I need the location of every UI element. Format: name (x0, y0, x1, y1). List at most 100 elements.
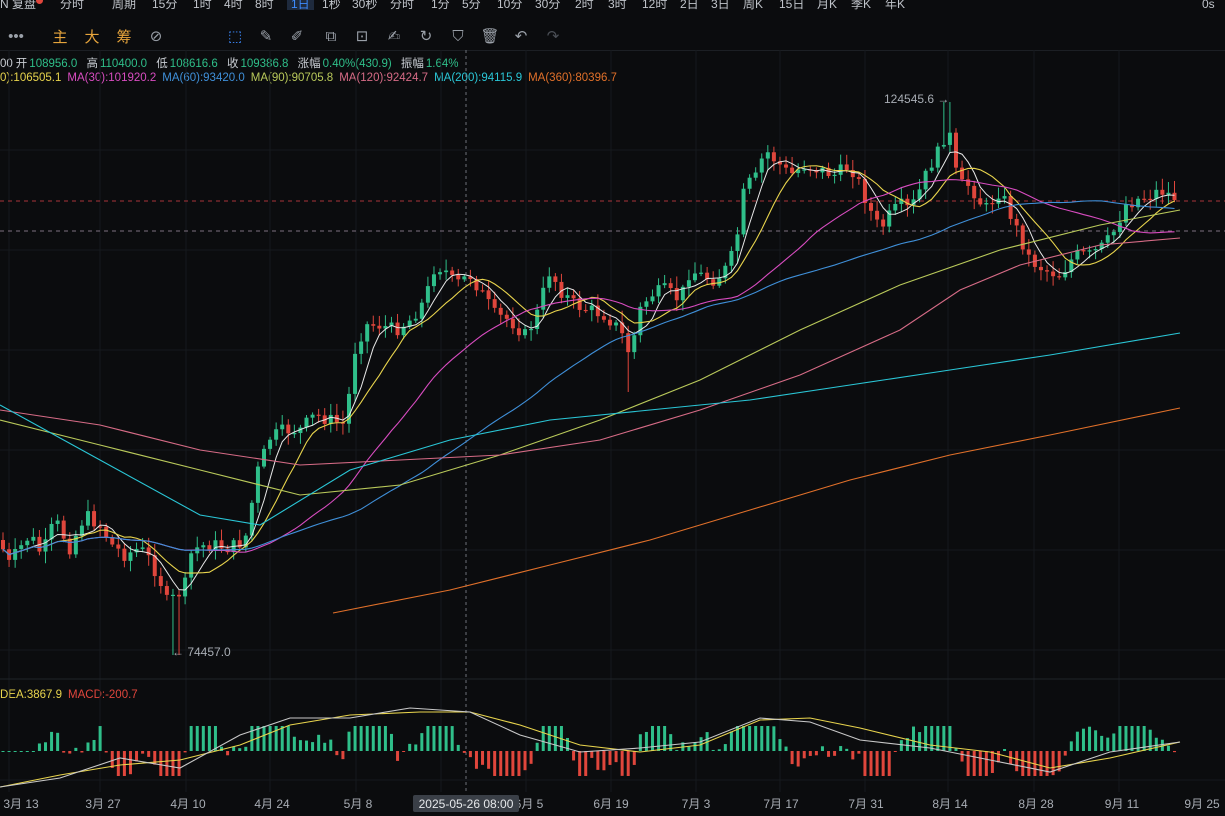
macd-bar (468, 751, 472, 758)
ma-10-line (2, 165, 1175, 574)
candle-body (565, 295, 570, 298)
macd-bar (426, 726, 430, 751)
macd-bar (517, 751, 521, 776)
candle-body (116, 544, 121, 549)
macd-bar (960, 751, 964, 762)
macd-bar (523, 751, 527, 771)
macd-bar (1039, 751, 1043, 776)
macd-bar (851, 751, 855, 760)
candle-body (61, 520, 66, 539)
candle-body (1111, 231, 1116, 236)
macd-bar (535, 742, 539, 751)
candle-body (431, 274, 436, 287)
candle-body (304, 417, 309, 428)
macd-bar (1124, 726, 1128, 751)
macd-bar (305, 740, 308, 751)
candle-body (55, 520, 60, 524)
macd-bar (723, 744, 727, 751)
candle-body (856, 177, 861, 179)
macd-bar (899, 740, 903, 751)
candle-body (747, 177, 752, 189)
macd-bar (541, 726, 545, 751)
macd-bar (632, 751, 636, 765)
macd-bar (43, 742, 47, 751)
candle-body (104, 526, 109, 538)
macd-bar (86, 742, 90, 751)
candle-body (644, 301, 649, 307)
macd-bar (462, 751, 466, 753)
macd-bar (13, 751, 17, 752)
macd-bar (159, 751, 163, 776)
macd-bar (1118, 726, 1122, 751)
high-price-label: 124545.6 → (884, 92, 949, 106)
macd-bar (165, 751, 169, 776)
x-axis-label: 6月 19 (593, 797, 629, 811)
macd-bar (135, 751, 139, 762)
macd-bar (292, 736, 296, 751)
macd-bar (572, 751, 576, 761)
macd-bar (687, 746, 691, 751)
candle-body (498, 307, 503, 315)
candle-body (510, 318, 515, 329)
candle-body (177, 594, 182, 597)
candle-body (122, 548, 127, 561)
macd-bar (110, 751, 114, 768)
macd-bar (238, 748, 242, 751)
macd-bar (996, 751, 1000, 763)
macd-bar (359, 726, 363, 751)
candle-body (286, 424, 291, 434)
macd-bar (438, 726, 442, 751)
candle-body (377, 325, 382, 329)
macd-bar (790, 751, 794, 765)
x-axis-label: 9月 11 (1105, 797, 1140, 811)
macd-bar (98, 726, 102, 751)
candle-body (486, 290, 491, 300)
macd-bar (912, 726, 915, 751)
macd-bar (1081, 728, 1085, 751)
candle-body (589, 305, 594, 311)
macd-bar (450, 726, 454, 751)
candle-body (832, 174, 837, 177)
candle-body (547, 276, 552, 288)
macd-bar (584, 751, 588, 776)
candle-body (1081, 250, 1086, 252)
macd-bar (456, 744, 460, 751)
macd-bar (972, 751, 976, 776)
macd-bar (1148, 729, 1152, 751)
candle-body (450, 270, 455, 275)
candle-body (875, 210, 880, 220)
macd-bar (141, 751, 145, 754)
macd-bar (608, 751, 612, 765)
macd-bar (748, 726, 752, 751)
x-axis-label: 7月 17 (763, 797, 799, 811)
crosshair-date-label: 2025-05-26 08:00 (419, 797, 514, 811)
macd-bar (711, 749, 715, 751)
candle-body (262, 448, 267, 467)
candle-body (941, 144, 946, 147)
macd-bar (1063, 751, 1067, 756)
macd-bar (839, 746, 843, 751)
macd-bar (936, 726, 940, 751)
macd-bar (875, 751, 879, 776)
macd-bar (280, 726, 284, 751)
macd-bar (1100, 735, 1104, 751)
macd-bar (444, 726, 448, 751)
macd-bar (578, 751, 582, 776)
candle-body (1105, 235, 1110, 243)
macd-bar (128, 751, 132, 775)
candle-body (1020, 225, 1025, 250)
candle-body (972, 185, 977, 199)
macd-bar (499, 751, 503, 776)
ma-120-line (0, 237, 1181, 466)
price-chart[interactable]: 124545.6 → ← 74457.0 3月 13 3月 27 4月 10 4月 24 5… (0, 0, 1225, 816)
macd-bar (347, 731, 351, 751)
candle-body (1, 540, 5, 550)
candle-body (170, 594, 175, 597)
macd-bar (1027, 751, 1031, 776)
macd-bar (37, 743, 41, 751)
macd-bar (772, 726, 776, 751)
candle-body (686, 280, 691, 287)
macd-bar (383, 726, 387, 751)
macd-bar (183, 751, 187, 753)
candle-body (328, 414, 333, 424)
